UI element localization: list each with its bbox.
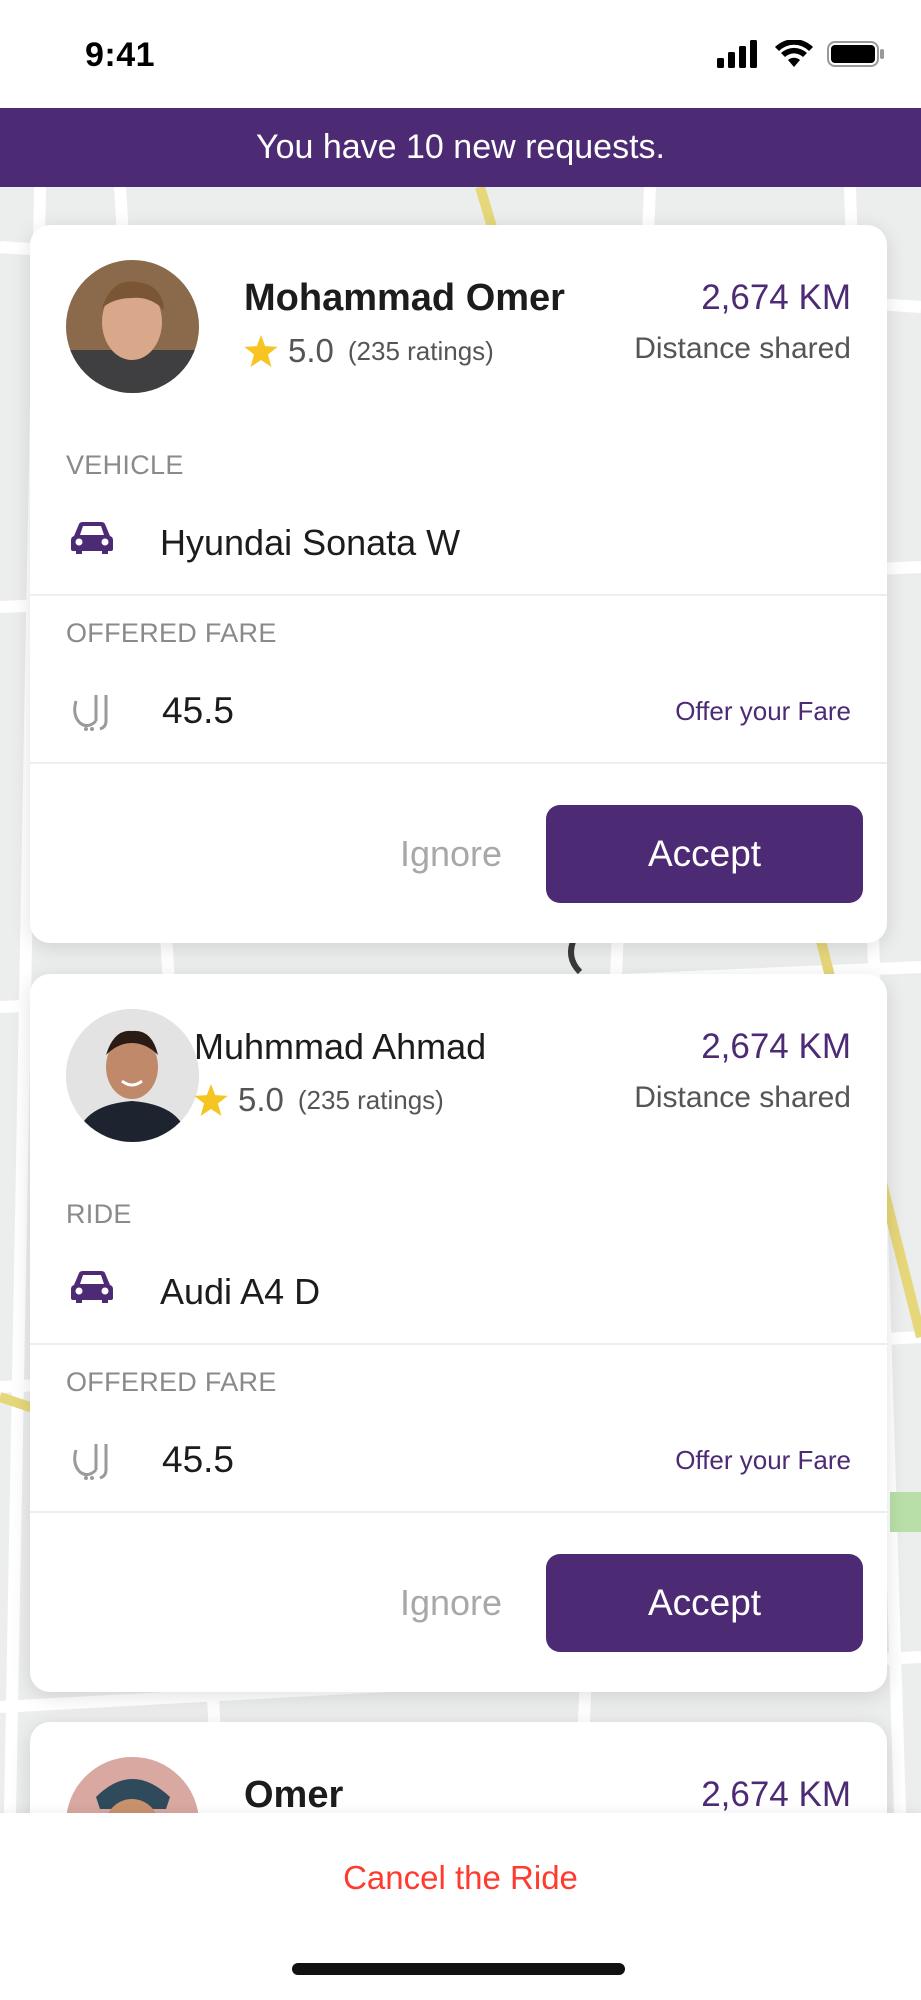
ignore-button[interactable]: Ignore (376, 805, 526, 903)
rider-name: Omer (244, 1774, 344, 1816)
accept-button[interactable]: Accept (546, 805, 863, 903)
offer-fare-link[interactable]: Offer your Fare (675, 1445, 851, 1476)
car-icon (71, 1271, 113, 1303)
rating: 5.0 (235 ratings) (194, 1081, 444, 1119)
distance-value: 2,674 KM (701, 278, 851, 317)
vehicle-name: Hyundai Sonata W (160, 522, 461, 563)
rider-name: Muhmmad Ahmad (194, 1026, 487, 1067)
avatar (66, 1009, 199, 1142)
divider (30, 762, 887, 764)
request-card: Muhmmad Ahmad 5.0 (235 ratings) 2,674 KM… (30, 974, 887, 1692)
star-icon (244, 335, 278, 367)
distance-value: 2,674 KM (701, 1027, 851, 1066)
fare-section-label: OFFERED FARE (66, 1367, 277, 1397)
fare-value: 45.5 (162, 690, 235, 731)
battery-icon (827, 41, 884, 67)
accept-button[interactable]: Accept (546, 1554, 863, 1652)
car-icon (71, 522, 113, 554)
cancel-ride-button[interactable]: Cancel the Ride (0, 1843, 921, 1913)
fare-value: 45.5 (162, 1439, 235, 1480)
status-time: 9:41 (85, 36, 156, 74)
rating-value: 5.0 (288, 332, 334, 369)
wifi-icon (775, 40, 813, 67)
rating: 5.0 (235 ratings) (244, 332, 494, 370)
distance-value: 2,674 KM (701, 1775, 851, 1814)
ride-section-label: RIDE (66, 1199, 132, 1229)
new-requests-banner: You have 10 new requests. (0, 108, 921, 187)
rating-count: (235 ratings) (297, 1084, 444, 1115)
distance-label: Distance shared (634, 1081, 851, 1114)
status-bar: 9:41 (0, 0, 921, 108)
distance-label: Distance shared (634, 332, 851, 365)
vehicle-name: Audi A4 D (160, 1271, 321, 1312)
divider (30, 1343, 887, 1345)
rating-count: (235 ratings) (347, 335, 494, 366)
rating-value: 5.0 (238, 1081, 284, 1118)
bottom-sheet: Cancel the Ride (0, 1813, 921, 2000)
riyal-icon (73, 1444, 108, 1480)
fare-section-label: OFFERED FARE (66, 618, 277, 648)
avatar (66, 260, 199, 393)
rider-name: Mohammad Omer (244, 277, 565, 319)
divider (30, 594, 887, 596)
ignore-button[interactable]: Ignore (376, 1554, 526, 1652)
status-icons (717, 40, 885, 68)
request-card: Mohammad Omer 5.0 (235 ratings) 2,674 KM… (30, 225, 887, 943)
vehicle-section-label: VEHICLE (66, 450, 184, 480)
divider (30, 1511, 887, 1513)
signal-icon (717, 40, 757, 68)
riyal-icon (73, 695, 108, 731)
offer-fare-link[interactable]: Offer your Fare (675, 696, 851, 727)
home-indicator[interactable] (292, 1963, 625, 1975)
star-icon (194, 1084, 228, 1116)
